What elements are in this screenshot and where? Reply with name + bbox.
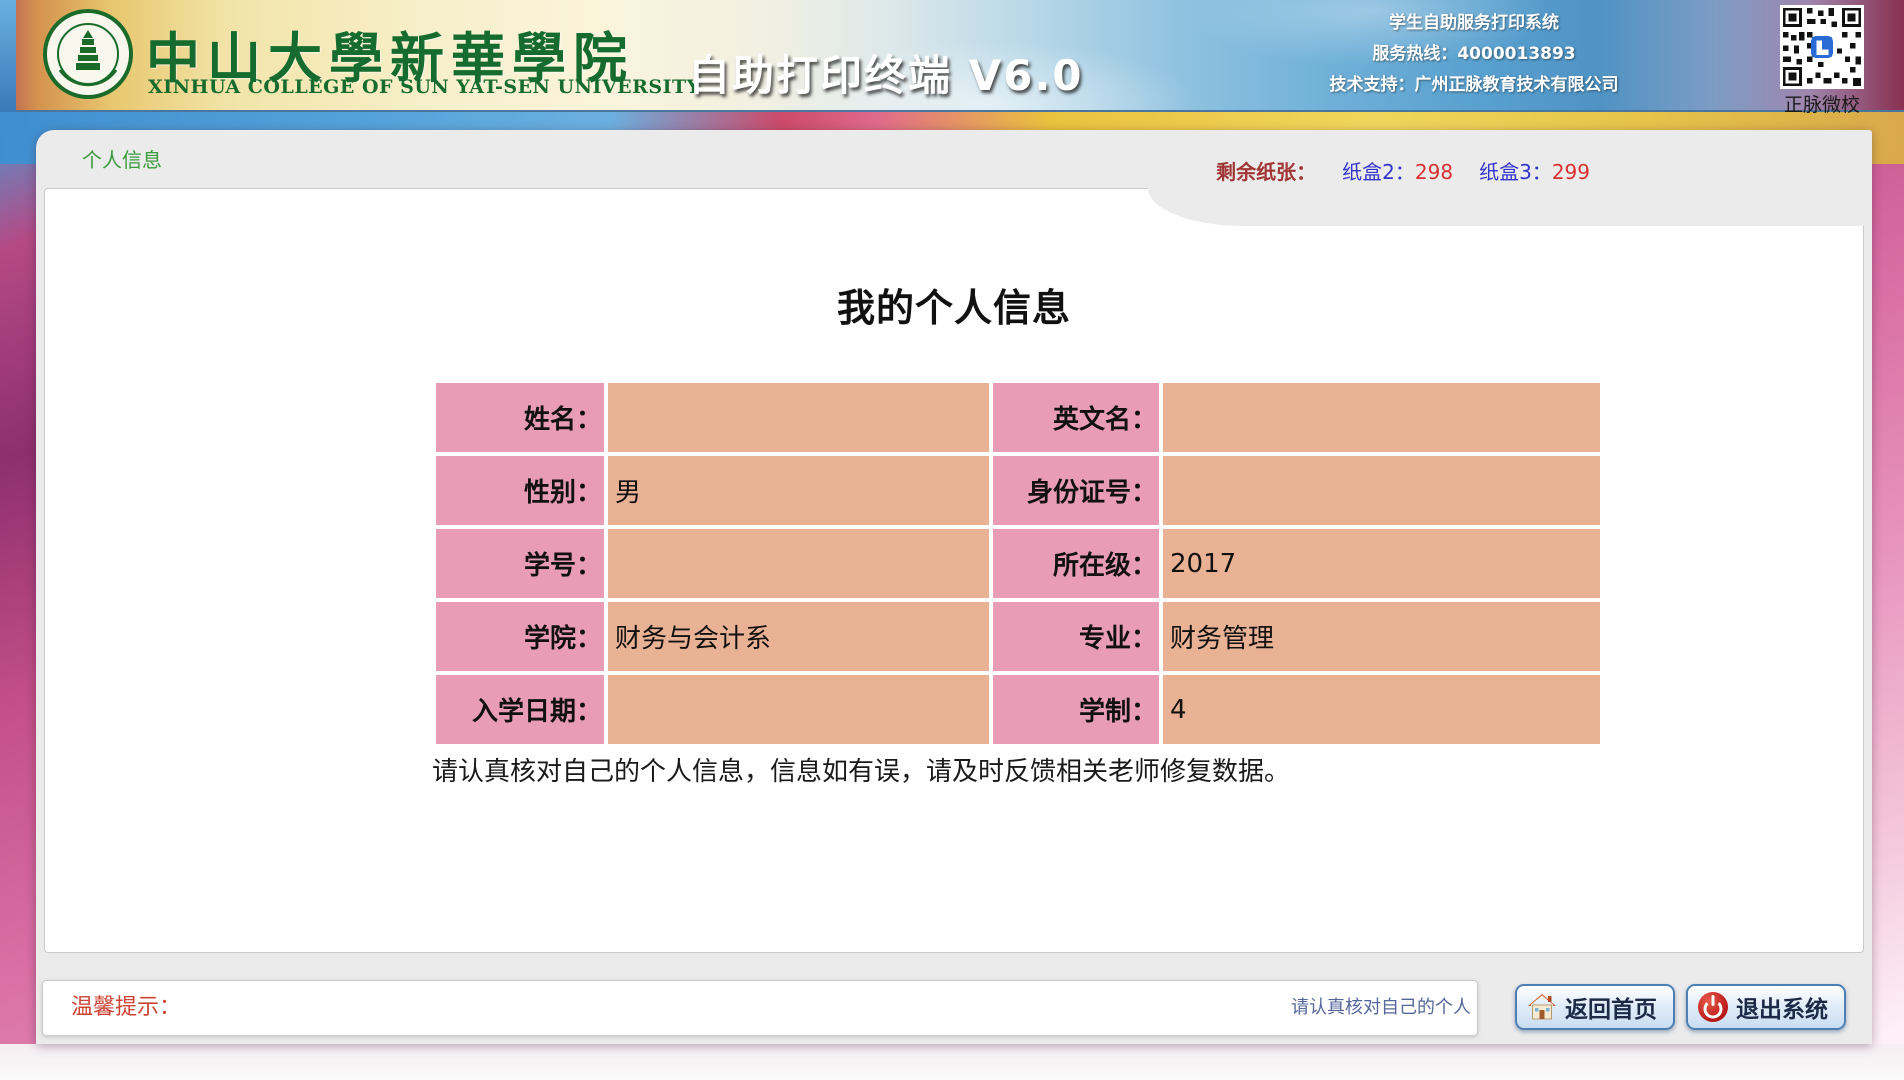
field-label-college: 学院：	[436, 602, 604, 671]
background-bottom	[0, 1044, 1904, 1080]
tab-personal-info[interactable]: 个人信息	[82, 144, 162, 173]
university-name-en: XINHUA COLLEGE OF SUN YAT-SEN UNIVERSITY	[148, 76, 701, 98]
field-label-enroll-date: 入学日期：	[436, 675, 604, 744]
field-value-college: 财务与会计系	[608, 602, 989, 671]
main-panel: 个人信息 剩余纸张： 纸盒2：298 纸盒3：299 我的个人信息 姓名： 英文…	[36, 130, 1872, 1044]
home-button[interactable]: 返回首页	[1515, 984, 1675, 1030]
exit-button[interactable]: 退出系统	[1686, 984, 1846, 1030]
header-banner: 中山大學新華學院 XINHUA COLLEGE OF SUN YAT-SEN U…	[0, 0, 1904, 112]
power-icon	[1698, 992, 1728, 1022]
field-label-english-name: 英文名：	[993, 383, 1159, 452]
tip-label: 温馨提示：	[71, 981, 181, 1035]
paper-status: 剩余纸张： 纸盒2：298 纸盒3：299	[1216, 156, 1590, 185]
field-value-name	[608, 383, 989, 452]
field-label-study-length: 学制：	[993, 675, 1159, 744]
field-label-id-number: 身份证号：	[993, 456, 1159, 525]
qr-caption: 正脉微校	[1780, 90, 1864, 117]
header-edge-strip	[0, 0, 16, 112]
field-value-grade: 2017	[1163, 529, 1600, 598]
personal-info-table: 姓名： 英文名： 性别： 男 身份证号： 学号： 所在级：	[432, 379, 1604, 748]
home-button-label: 返回首页	[1565, 990, 1657, 1024]
page-title: 我的个人信息	[45, 277, 1863, 332]
header-info-block: 学生自助服务打印系统 服务热线：4000013893 技术支持：广州正脉教育技术…	[1284, 8, 1664, 101]
field-value-id-number	[1163, 456, 1600, 525]
tip-bar: 温馨提示： 请认真核对自己的个人	[42, 980, 1478, 1036]
paper-remaining-label: 剩余纸张：	[1216, 156, 1316, 185]
qr-code-block: 正脉微校	[1780, 5, 1864, 117]
field-value-enroll-date	[608, 675, 989, 744]
qr-code	[1780, 5, 1864, 89]
verify-note: 请认真核对自己的个人信息，信息如有误，请及时反馈相关老师修复数据。	[432, 751, 1290, 788]
app-title: 自助打印终端 V6.0	[688, 42, 1084, 103]
university-seal-icon	[42, 8, 134, 104]
content-box-curve	[1148, 188, 1864, 226]
service-hotline: 服务热线：4000013893	[1284, 39, 1664, 70]
field-label-major: 专业：	[993, 602, 1159, 671]
field-label-name: 姓名：	[436, 383, 604, 452]
table-row: 学号： 所在级： 2017	[436, 529, 1600, 598]
paper-tray3: 纸盒3：299	[1479, 156, 1590, 185]
exit-button-label: 退出系统	[1736, 990, 1828, 1024]
table-row: 学院： 财务与会计系 专业： 财务管理	[436, 602, 1600, 671]
app-window: 中山大學新華學院 XINHUA COLLEGE OF SUN YAT-SEN U…	[0, 0, 1904, 1080]
tray2-count: 298	[1415, 160, 1453, 184]
field-label-student-no: 学号：	[436, 529, 604, 598]
tray3-label: 纸盒3：	[1479, 160, 1552, 184]
table-row: 姓名： 英文名：	[436, 383, 1600, 452]
home-icon	[1527, 993, 1557, 1021]
field-label-gender: 性别：	[436, 456, 604, 525]
tray2-label: 纸盒2：	[1342, 160, 1415, 184]
field-value-english-name	[1163, 383, 1600, 452]
field-value-major: 财务管理	[1163, 602, 1600, 671]
table-row: 性别： 男 身份证号：	[436, 456, 1600, 525]
tech-support: 技术支持：广州正脉教育技术有限公司	[1284, 70, 1664, 101]
field-value-gender: 男	[608, 456, 989, 525]
footer-buttons: 返回首页 退出系统	[1515, 984, 1846, 1030]
system-name: 学生自助服务打印系统	[1284, 8, 1664, 39]
tray3-count: 299	[1552, 160, 1590, 184]
field-value-study-length: 4	[1163, 675, 1600, 744]
field-label-grade: 所在级：	[993, 529, 1159, 598]
paper-tray2: 纸盒2：298	[1342, 156, 1453, 185]
table-row: 入学日期： 学制： 4	[436, 675, 1600, 744]
tip-marquee-text: 请认真核对自己的个人	[1291, 981, 1471, 1035]
content-box: 我的个人信息 姓名： 英文名： 性别： 男 身份证号：	[44, 188, 1864, 953]
field-value-student-no	[608, 529, 989, 598]
